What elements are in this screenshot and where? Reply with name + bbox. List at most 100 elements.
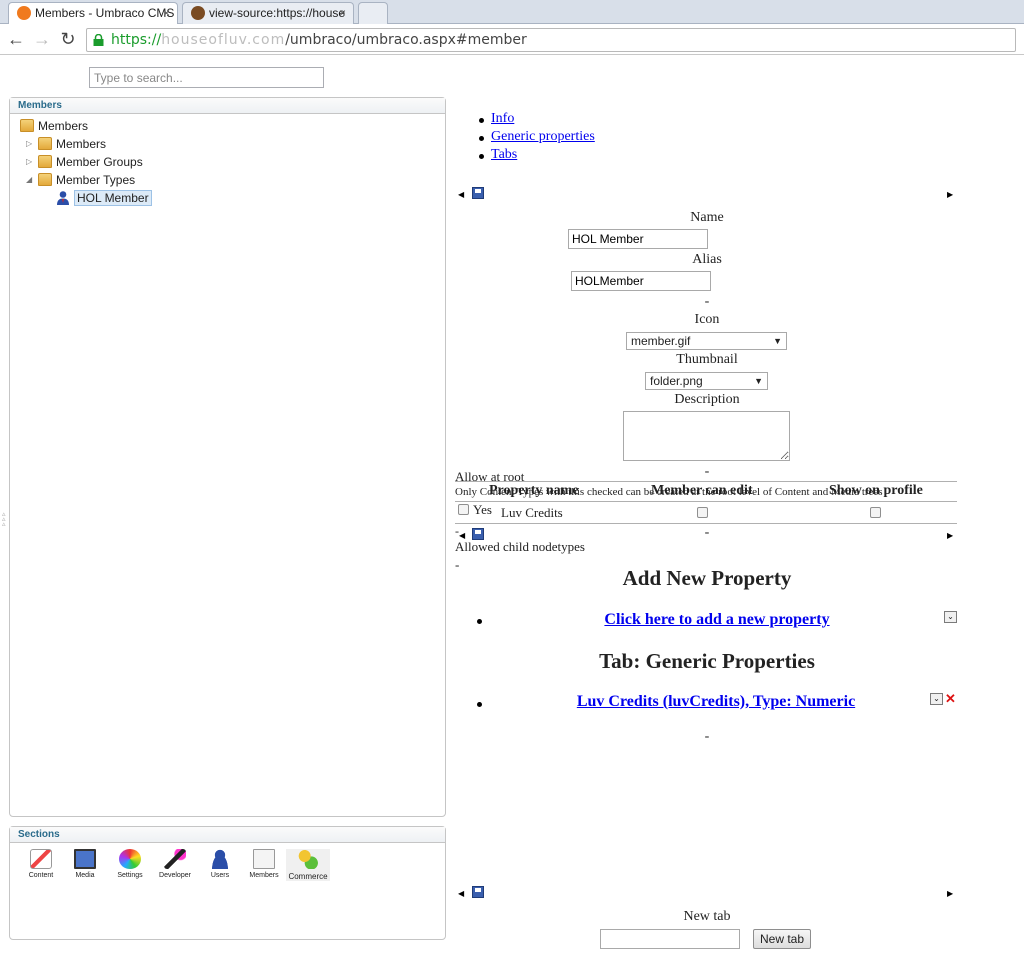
scroll-right-arrow-icon[interactable]: ▶ <box>947 889 953 898</box>
scroll-left-arrow-icon[interactable]: ◀ <box>458 190 464 199</box>
section-label: Users <box>210 872 230 879</box>
expand-arrow-icon[interactable]: ▷ <box>26 136 36 152</box>
tab-info-link[interactable]: Info <box>491 111 514 127</box>
commerce-icon <box>297 849 319 869</box>
column-header-show-on-profile: Show on profile <box>829 483 923 498</box>
member-can-edit-checkbox[interactable] <box>697 507 708 518</box>
tree-panel: Members Members ▷ Members ▷ Member Group… <box>9 97 446 817</box>
magic-wand-icon <box>164 849 186 869</box>
section-label: Developer <box>159 872 191 879</box>
scroll-left-arrow-icon[interactable]: ◀ <box>458 889 464 898</box>
icon-select[interactable]: member.gif ▼ <box>626 332 787 350</box>
expand-toggle-icon[interactable]: ⌄ <box>944 611 957 623</box>
section-members[interactable]: Members <box>242 849 286 879</box>
section-label: Settings <box>117 872 143 879</box>
list-bullet <box>479 136 484 141</box>
scroll-right-arrow-icon[interactable]: ▶ <box>947 531 953 540</box>
section-settings[interactable]: Settings <box>108 849 152 879</box>
column-header-property-name: Property name <box>489 483 579 498</box>
thumbnail-label: Thumbnail <box>676 352 738 367</box>
property-luv-credits-link[interactable]: Luv Credits (luvCredits), Type: Numeric <box>551 693 881 711</box>
tree-panel-header: Members <box>10 98 445 114</box>
tree-node-label: HOL Member <box>74 190 152 206</box>
url-host: houseofluv.com <box>161 32 286 48</box>
tab-tabs-link[interactable]: Tabs <box>491 147 517 163</box>
section-commerce[interactable]: Commerce <box>286 849 330 881</box>
folder-icon <box>38 155 52 168</box>
browser-tab-title: view-source:https://house <box>209 6 346 20</box>
expand-toggle-icon[interactable]: ⌄ <box>930 693 943 705</box>
description-field[interactable] <box>623 411 790 461</box>
id-card-icon <box>253 849 275 869</box>
add-new-property-link[interactable]: Click here to add a new property <box>567 611 867 629</box>
member-type-editor: Info Generic properties Tabs ◀ ▶ Name Al… <box>455 100 960 956</box>
tree-node-label: Member Groups <box>56 155 143 169</box>
folder-icon <box>38 137 52 150</box>
search-input[interactable] <box>89 67 324 88</box>
collapse-arrow-icon[interactable]: ◢ <box>26 172 36 188</box>
browser-tab-title: Members - Umbraco CMS <box>35 6 175 20</box>
new-tab-button[interactable]: New tab <box>753 929 811 949</box>
name-field[interactable] <box>568 229 708 249</box>
icon-select-value: member.gif <box>631 334 691 348</box>
back-arrow-icon[interactable]: ← <box>6 29 26 49</box>
close-tab-icon[interactable]: × <box>339 3 346 23</box>
folder-icon <box>38 173 52 186</box>
section-users[interactable]: Users <box>198 849 242 879</box>
delete-property-icon[interactable]: ✕ <box>944 692 957 705</box>
monitor-icon <box>74 849 96 869</box>
alias-field[interactable] <box>571 271 711 291</box>
list-bullet <box>477 702 482 707</box>
separator-dash: - <box>704 525 710 540</box>
column-header-member-can-edit: Member can edit <box>651 483 753 498</box>
section-label: Media <box>75 872 95 879</box>
show-on-profile-checkbox[interactable] <box>870 507 881 518</box>
expand-arrow-icon[interactable]: ▷ <box>26 154 36 170</box>
tree-node-label: Members <box>38 119 89 133</box>
browser-tab-members[interactable]: Members - Umbraco CMS × <box>8 2 178 24</box>
section-media[interactable]: Media <box>63 849 107 879</box>
section-developer[interactable]: Developer <box>153 849 197 879</box>
folder-icon <box>20 119 34 132</box>
table-header-border <box>455 501 957 502</box>
close-tab-icon[interactable]: × <box>163 3 170 23</box>
icon-label: Icon <box>694 312 720 327</box>
list-bullet <box>479 118 484 123</box>
browser-tabstrip: Members - Umbraco CMS × view-source:http… <box>0 0 1024 24</box>
save-icon[interactable] <box>472 187 484 199</box>
section-label: Commerce <box>288 872 328 881</box>
table-top-border <box>455 481 957 482</box>
description-label: Description <box>674 392 740 407</box>
thumbnail-select[interactable]: folder.png ▼ <box>645 372 768 390</box>
splitter-grip-icon[interactable]: ▵ ▵ ▵ <box>2 511 6 528</box>
section-label: Content <box>28 872 54 879</box>
save-icon[interactable] <box>472 886 484 898</box>
user-icon <box>209 849 231 869</box>
tree-node-label: Members <box>56 137 107 151</box>
tab-generic-properties-heading: Tab: Generic Properties <box>599 649 815 673</box>
reload-icon[interactable]: ↻ <box>58 29 78 49</box>
allowed-child-nodetypes-label: Allowed child nodetypes <box>455 539 585 554</box>
section-label: Members <box>249 872 279 879</box>
add-new-property-heading: Add New Property <box>622 566 792 590</box>
tab-generic-properties-link[interactable]: Generic properties <box>491 129 595 145</box>
dropdown-caret-icon: ▼ <box>754 376 763 386</box>
site-favicon-icon <box>191 6 205 20</box>
address-bar[interactable]: https://houseofluv.com/umbraco/umbraco.a… <box>86 28 1016 52</box>
url-scheme: https:// <box>111 32 162 48</box>
new-tab-field[interactable] <box>600 929 740 949</box>
forward-arrow-icon[interactable]: → <box>32 29 52 49</box>
section-content[interactable]: Content <box>19 849 63 879</box>
dropdown-caret-icon: ▼ <box>773 336 782 346</box>
scroll-right-arrow-icon[interactable]: ▶ <box>947 190 953 199</box>
separator-dash: - <box>455 557 460 572</box>
thumbnail-select-value: folder.png <box>650 374 703 388</box>
sections-panel-header: Sections <box>10 827 445 843</box>
browser-tab-view-source[interactable]: view-source:https://house × <box>182 2 354 24</box>
list-bullet <box>479 154 484 159</box>
allow-at-root-checkbox[interactable] <box>458 504 469 515</box>
browser-toolbar: ← → ↻ https://houseofluv.com/umbraco/umb… <box>0 25 1024 55</box>
new-tab-button[interactable] <box>358 2 388 24</box>
member-icon <box>57 191 69 205</box>
sections-panel: Sections Content Media Settings Develope… <box>9 826 446 940</box>
